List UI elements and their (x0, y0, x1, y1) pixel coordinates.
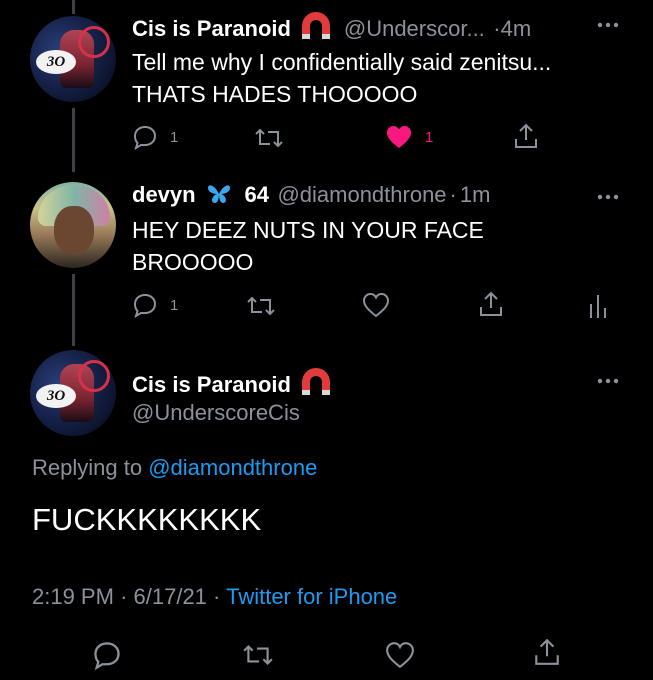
avatar[interactable]: 3O (30, 16, 116, 102)
heart-filled-icon (385, 124, 413, 150)
reply-count: 1 (170, 128, 179, 146)
handle[interactable]: @UnderscoreCis (132, 400, 300, 426)
replying-prefix: Replying to (32, 455, 143, 480)
author-name[interactable]: devyn (132, 182, 196, 207)
reply-icon (92, 640, 122, 670)
tweet-header: devyn 64 @diamondthrone · 1m (132, 182, 490, 210)
handle[interactable]: @Underscor... (344, 16, 485, 41)
reply-count: 1 (170, 296, 179, 314)
tweet-date[interactable]: 6/17/21 (134, 584, 207, 609)
like-button[interactable] (385, 641, 415, 669)
reply-button[interactable] (92, 640, 122, 670)
retweet-button[interactable] (254, 126, 284, 150)
tweet-text-line: THATS HADES THOOOOO (132, 81, 418, 107)
like-button[interactable]: 1 (385, 124, 433, 150)
share-icon (513, 122, 539, 150)
thread-line (72, 108, 75, 172)
tweet-source-link[interactable]: Twitter for iPhone (226, 584, 397, 609)
replying-to: Replying to @diamondthrone (32, 455, 317, 481)
reply-button[interactable]: 1 (132, 292, 178, 318)
heart-outline-icon (362, 292, 390, 318)
share-button[interactable] (513, 122, 539, 150)
avatar[interactable] (30, 182, 116, 268)
retweet-icon (242, 642, 274, 668)
separator: · (120, 584, 128, 609)
retweet-icon (254, 126, 284, 150)
analytics-icon (588, 292, 608, 318)
more-icon[interactable] (597, 194, 619, 200)
reply-button[interactable]: 1 (132, 124, 178, 150)
timestamp[interactable]: 1m (460, 182, 491, 207)
tweet-text-line: BROOOOO (132, 249, 254, 275)
main-tweet-text: FUCKKKKKKKK (32, 502, 262, 537)
author-block: Cis is Paranoid (132, 368, 331, 401)
separator: · (449, 182, 457, 207)
name-suffix: 64 (244, 182, 269, 207)
more-icon[interactable] (597, 378, 619, 384)
tweet-text: Tell me why I confidentially said zenits… (132, 46, 551, 110)
retweet-button[interactable] (242, 642, 274, 668)
like-count: 1 (425, 128, 434, 146)
share-icon (533, 637, 561, 667)
avatar-badge: 3O (36, 50, 76, 74)
analytics-button[interactable] (588, 292, 608, 318)
handle[interactable]: @diamondthrone (277, 182, 446, 207)
author-name[interactable]: Cis is Paranoid (132, 372, 291, 397)
magnet-icon (301, 12, 331, 45)
tweet-text: HEY DEEZ NUTS IN YOUR FACE BROOOOO (132, 214, 484, 278)
tweet-timestamp-row: 2:19 PM · 6/17/21 · Twitter for iPhone (32, 584, 397, 610)
heart-outline-icon (385, 641, 415, 669)
reply-icon (132, 292, 158, 318)
tweet-text-line: HEY DEEZ NUTS IN YOUR FACE (132, 217, 484, 243)
tweet-time[interactable]: 2:19 PM (32, 584, 114, 609)
magnet-icon (301, 368, 331, 401)
avatar[interactable]: 3O (30, 350, 116, 436)
more-icon[interactable] (597, 22, 619, 28)
tweet-header: Cis is Paranoid @Underscor... ·4m (132, 12, 531, 45)
timestamp[interactable]: 4m (501, 16, 532, 41)
reply-icon (132, 124, 158, 150)
separator: · (213, 584, 221, 609)
separator: · (493, 16, 501, 41)
replying-handle-link[interactable]: @diamondthrone (148, 455, 317, 480)
share-button[interactable] (478, 290, 504, 318)
retweet-icon (246, 294, 276, 318)
avatar-badge: 3O (36, 384, 76, 408)
like-button[interactable] (362, 292, 390, 318)
retweet-button[interactable] (246, 294, 276, 318)
author-name[interactable]: Cis is Paranoid (132, 16, 291, 41)
thread-line (72, 274, 75, 346)
share-icon (478, 290, 504, 318)
thread-line (72, 0, 75, 14)
butterfly-icon (206, 183, 232, 210)
share-button[interactable] (533, 637, 561, 667)
tweet-text-line: Tell me why I confidentially said zenits… (132, 49, 552, 75)
